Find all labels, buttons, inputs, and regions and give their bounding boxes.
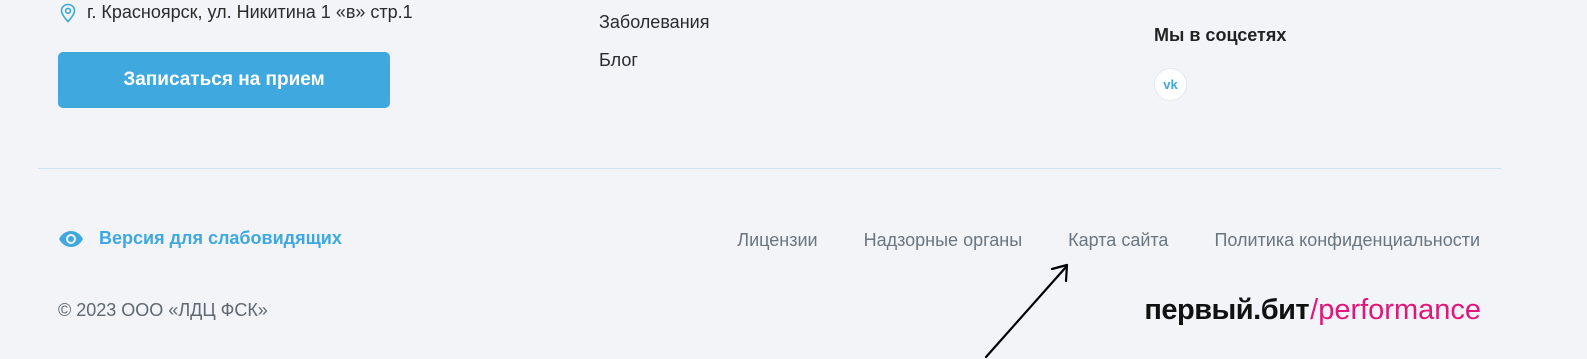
address-text: г. Красноярск, ул. Никитина 1 «в» стр.1: [87, 2, 413, 22]
appointment-button[interactable]: Записаться на прием: [58, 52, 390, 108]
nav-link-diseases[interactable]: Заболевания: [599, 12, 709, 33]
eye-icon: [58, 230, 84, 248]
address: г. Красноярск, ул. Никитина 1 «в» стр.1: [59, 2, 413, 23]
accessibility-version-link[interactable]: Версия для слабовидящих: [58, 228, 342, 249]
link-sitemap[interactable]: Карта сайта: [1068, 230, 1168, 251]
link-privacy-policy[interactable]: Политика конфиденциальности: [1214, 230, 1480, 251]
footer-links: Лицензии Надзорные органы Карта сайта По…: [737, 230, 1480, 251]
nav-link-blog[interactable]: Блог: [599, 50, 638, 71]
link-licenses[interactable]: Лицензии: [737, 230, 817, 251]
footer-divider: [38, 168, 1501, 169]
location-pin-icon: [59, 3, 77, 23]
accessibility-label: Версия для слабовидящих: [99, 228, 342, 248]
vk-icon[interactable]: vk: [1154, 68, 1187, 101]
brand-part-1: первый.бит: [1144, 294, 1310, 326]
link-supervisory-bodies[interactable]: Надзорные органы: [864, 230, 1023, 251]
copyright: © 2023 ООО «ЛДЦ ФСК»: [58, 300, 268, 320]
developer-logo[interactable]: первый.бит /performance: [1144, 293, 1481, 327]
brand-part-2: /performance: [1310, 294, 1481, 326]
social-title: Мы в соцсетях: [1154, 25, 1287, 45]
arrow-annotation-icon: [984, 263, 1069, 359]
